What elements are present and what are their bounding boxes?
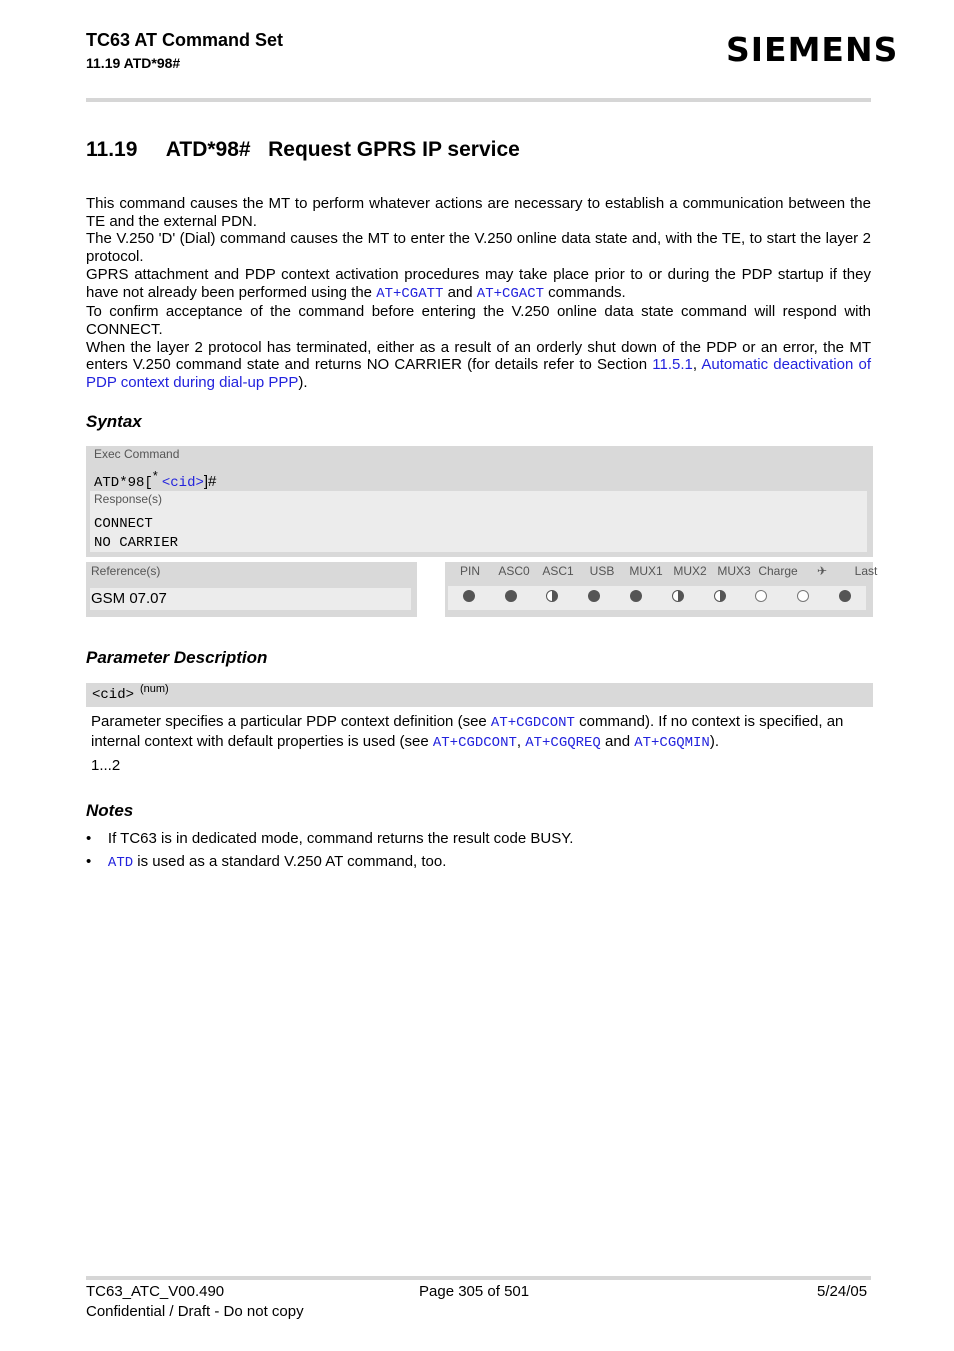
intro-text: This command causes the MT to perform wh… — [86, 195, 871, 392]
paragraph: When the layer 2 protocol has terminated… — [86, 339, 871, 392]
params-heading: Parameter Description — [86, 648, 268, 667]
reference-box: Reference(s) GSM 07.07 — [86, 562, 417, 617]
link-cgatt[interactable]: AT+CGATT — [376, 286, 443, 302]
text: ). — [709, 732, 720, 750]
param-name: <cid> — [92, 687, 135, 703]
text: Parameter specifies a particular PDP con… — [91, 713, 491, 730]
link-cgact[interactable]: AT+CGACT — [477, 286, 544, 302]
column-header: PIN — [459, 564, 480, 578]
exec-label: Exec Command — [94, 447, 180, 461]
section-label: 11.19 ATD*98# — [86, 55, 181, 71]
column-header: USB — [589, 564, 615, 578]
link-cid[interactable]: <cid> — [162, 475, 204, 491]
column-header: MUX3 — [717, 564, 751, 578]
param-range: 1...2 — [91, 757, 121, 774]
column-header: MUX2 — [673, 564, 707, 578]
support-cell — [741, 589, 783, 607]
footer-rule — [86, 1276, 871, 1280]
footer-confidential: Confidential / Draft - Do not copy — [86, 1303, 304, 1320]
footer-date: 5/24/05 — [817, 1283, 868, 1300]
header-rule — [86, 98, 871, 102]
paragraph: To confirm acceptance of the command bef… — [86, 303, 871, 338]
section-heading: 11.19 ATD*98# Request GPRS IP service — [86, 138, 520, 161]
footer-page-number: Page 305 of 501 — [419, 1283, 530, 1300]
syntax-heading: Syntax — [86, 412, 142, 431]
full-circle-icon — [504, 590, 517, 602]
support-cell — [573, 589, 615, 607]
link-cgdcont[interactable]: AT+CGDCONT — [433, 735, 517, 751]
column-header: ASC0 — [498, 564, 530, 578]
param-header: <cid> (num) — [86, 683, 873, 707]
column-header: MUX1 — [629, 564, 663, 578]
document-page: TC63 AT Command Set 11.19 ATD*98# SIEMEN… — [0, 0, 954, 1351]
param-description: Parameter specifies a particular PDP con… — [91, 713, 873, 752]
link-cgqmin[interactable]: AT+CGQMIN — [634, 735, 710, 751]
text: commands. — [544, 283, 626, 301]
param-type: (num) — [140, 683, 169, 695]
response-item: NO CARRIER — [94, 535, 179, 551]
empty-circle-icon — [755, 590, 768, 602]
full-circle-icon — [462, 590, 475, 602]
response-item: CONNECT — [94, 516, 153, 532]
cmd-text: ]# — [203, 473, 217, 490]
column-header: ✈ — [816, 564, 828, 578]
note-item: • ATD is used as a standard V.250 AT com… — [86, 853, 447, 871]
exec-command: ATD*98[* <cid>]# — [94, 469, 216, 491]
siemens-logo: SIEMENS — [726, 30, 899, 69]
reference-value: GSM 07.07 — [90, 588, 411, 610]
notes-heading: Notes — [86, 801, 134, 820]
link-cgqreq[interactable]: AT+CGQREQ — [525, 735, 601, 751]
half-circle-icon — [546, 590, 559, 602]
text: , — [516, 732, 526, 750]
footer-doc-id: TC63_ATC_V00.490 — [86, 1283, 225, 1300]
support-cell — [532, 589, 574, 607]
paragraph: This command causes the MT to perform wh… — [86, 195, 871, 230]
cmd-text: ATD*98[ — [94, 475, 153, 491]
column-header: Last — [854, 564, 878, 578]
text: and — [443, 283, 477, 301]
full-circle-icon — [588, 590, 601, 602]
text: is used as a standard V.250 AT command, … — [133, 853, 447, 870]
paragraph: The V.250 'D' (Dial) command causes the … — [86, 230, 871, 266]
support-cell — [490, 589, 532, 607]
column-header: ASC1 — [542, 564, 574, 578]
full-circle-icon — [630, 590, 643, 602]
support-cell — [657, 589, 699, 607]
link-section[interactable]: 11.5.1 — [652, 356, 693, 373]
document-title: TC63 AT Command Set — [86, 30, 284, 50]
half-circle-icon — [671, 590, 684, 602]
text: If TC63 is in dedicated mode, command re… — [107, 830, 574, 847]
empty-circle-icon — [797, 590, 810, 602]
support-marks — [448, 586, 866, 610]
full-circle-icon — [839, 590, 852, 602]
response-label: Response(s) — [94, 492, 163, 506]
paragraph: GPRS attachment and PDP context activati… — [86, 266, 871, 303]
response-box: Response(s) CONNECT NO CARRIER — [90, 491, 867, 552]
column-header: Charge — [758, 564, 798, 578]
support-table: PIN ASC0 ASC1 USB MUX1 MUX2 MUX3 Charge ✈ Last — [445, 562, 877, 617]
text: ). — [298, 374, 308, 392]
response-list: CONNECT NO CARRIER — [94, 515, 178, 553]
half-circle-icon — [713, 590, 726, 602]
support-columns: PIN ASC0 ASC1 USB MUX1 MUX2 MUX3 Charge ✈ Last — [448, 564, 888, 578]
reference-label: Reference(s) — [91, 564, 161, 578]
support-cell — [824, 589, 866, 607]
support-cell — [699, 589, 741, 607]
note-item: • If TC63 is in dedicated mode, command … — [86, 830, 574, 847]
support-cell — [615, 589, 657, 607]
link-cgdcont[interactable]: AT+CGDCONT — [491, 715, 575, 731]
cmd-star: * — [152, 469, 158, 483]
support-cell — [448, 589, 490, 607]
support-cell — [782, 589, 824, 607]
text: and — [600, 732, 635, 750]
link-atd[interactable]: ATD — [108, 855, 133, 871]
notes-list: • If TC63 is in dedicated mode, command … — [86, 830, 573, 877]
syntax-box: Exec Command ATD*98[* <cid>]# Response(s… — [86, 446, 873, 557]
